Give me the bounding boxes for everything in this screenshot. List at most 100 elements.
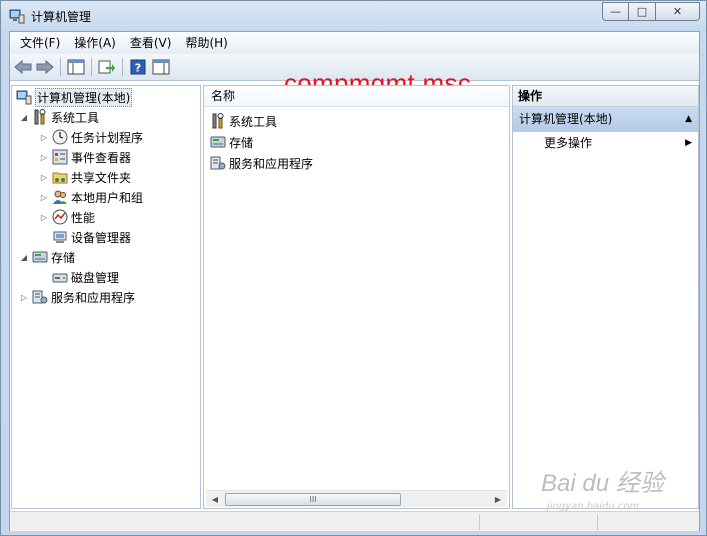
- scroll-left-icon[interactable]: ◀: [208, 493, 222, 506]
- more-actions-item[interactable]: 更多操作 ▶: [513, 132, 698, 154]
- expanded-arrow-icon[interactable]: ◢: [18, 113, 30, 122]
- services-icon: [32, 290, 48, 304]
- expanded-arrow-icon[interactable]: ◢: [18, 253, 30, 262]
- app-window: 计算机管理 — □ ✕ 文件(F) 操作(A) 查看(V) 帮助(H) ? co…: [0, 0, 707, 536]
- window-title: 计算机管理: [31, 10, 92, 24]
- list-item-label: 服务和应用程序: [229, 156, 314, 171]
- watermark: Bai du 经验: [541, 470, 664, 497]
- storage-icon: [32, 251, 48, 263]
- tree-item-label: 任务计划程序: [71, 130, 144, 145]
- list-item[interactable]: 系统工具: [210, 111, 277, 131]
- tree-item-device-manager[interactable]: 设备管理器: [50, 227, 131, 247]
- column-header-name[interactable]: 名称: [204, 86, 509, 107]
- forward-button[interactable]: [34, 57, 56, 77]
- computer-management-icon: [16, 90, 32, 105]
- column-header-label: 名称: [211, 89, 236, 103]
- menu-view[interactable]: 查看(V): [123, 32, 179, 54]
- menu-bar: 文件(F) 操作(A) 查看(V) 帮助(H): [10, 32, 699, 54]
- actions-section-label: 计算机管理(本地): [519, 112, 613, 126]
- tree-item-label: 性能: [71, 210, 96, 225]
- collapsed-arrow-icon[interactable]: ▷: [38, 153, 50, 162]
- status-bar: [10, 511, 699, 531]
- export-icon: [98, 60, 115, 74]
- client-area: 文件(F) 操作(A) 查看(V) 帮助(H) ? compmgmt.msc 计…: [9, 31, 700, 531]
- tree-item-disk-management[interactable]: 磁盘管理: [50, 267, 119, 287]
- tree-item-label: 服务和应用程序: [51, 290, 136, 305]
- collapsed-arrow-icon[interactable]: ▷: [18, 293, 30, 302]
- submenu-arrow-icon: ▶: [685, 138, 692, 148]
- list-item-label: 存储: [229, 135, 254, 150]
- help-button[interactable]: ?: [127, 57, 149, 77]
- tree-item-label: 系统工具: [51, 110, 100, 125]
- menu-file[interactable]: 文件(F): [13, 32, 67, 54]
- scroll-right-icon[interactable]: ▶: [491, 493, 505, 506]
- list-item-label: 系统工具: [229, 114, 278, 129]
- maximize-button[interactable]: □: [629, 2, 656, 21]
- computer-management-icon: [9, 9, 25, 24]
- collapse-up-icon[interactable]: ▲: [685, 107, 692, 132]
- export-list-button[interactable]: [96, 57, 118, 77]
- tree-item-label: 事件查看器: [71, 150, 132, 165]
- tree-item-shared-folders[interactable]: ▷ 共享文件夹: [38, 167, 131, 187]
- close-button[interactable]: ✕: [656, 2, 700, 21]
- menu-action[interactable]: 操作(A): [67, 32, 123, 54]
- more-actions-label: 更多操作: [544, 136, 593, 150]
- watermark-url: jingyan.baidu.com: [547, 501, 640, 512]
- scroll-thumb[interactable]: III: [225, 493, 401, 506]
- disk-icon: [52, 273, 68, 283]
- device-manager-icon: [53, 231, 67, 243]
- actions-pane: 操作 计算机管理(本地) ▲ 更多操作 ▶: [512, 85, 699, 509]
- storage-icon: [210, 136, 226, 148]
- forward-arrow-icon: [36, 60, 54, 74]
- list-item[interactable]: 存储: [210, 132, 253, 152]
- console-tree-pane: 计算机管理(本地) ◢ 系统工具 ▷ 任务计划程序 ▷ 事件查看器 ▷ 共享文件: [11, 85, 201, 509]
- performance-icon: [52, 209, 68, 225]
- collapsed-arrow-icon[interactable]: ▷: [38, 193, 50, 202]
- tree-root-label: 计算机管理(本地): [35, 87, 133, 107]
- menu-help[interactable]: 帮助(H): [178, 32, 234, 54]
- event-viewer-icon: [52, 149, 68, 165]
- tree-item-task-scheduler[interactable]: ▷ 任务计划程序: [38, 127, 143, 147]
- list-item[interactable]: 服务和应用程序: [210, 153, 313, 173]
- actions-header: 操作: [513, 86, 698, 107]
- users-icon: [53, 190, 67, 204]
- tree-item-performance[interactable]: ▷ 性能: [38, 207, 95, 227]
- tools-icon: [212, 113, 224, 129]
- minimize-icon: —: [610, 5, 621, 18]
- collapsed-arrow-icon[interactable]: ▷: [38, 133, 50, 142]
- horizontal-scrollbar[interactable]: ◀ III ▶: [206, 490, 507, 507]
- services-icon: [210, 156, 226, 170]
- title-bar[interactable]: 计算机管理 — □ ✕: [1, 1, 706, 31]
- svg-text:?: ?: [135, 62, 141, 75]
- tree-item-label: 设备管理器: [71, 230, 132, 245]
- tree-item-label: 磁盘管理: [71, 270, 120, 285]
- tree-item-system-tools[interactable]: ◢ 系统工具: [18, 107, 99, 127]
- tree-item-label: 本地用户和组: [71, 190, 144, 205]
- collapsed-arrow-icon[interactable]: ▷: [38, 173, 50, 182]
- scroll-grip: III: [309, 495, 317, 504]
- shared-folder-icon: [52, 172, 68, 184]
- tree-item-storage[interactable]: ◢ 存储: [18, 247, 75, 267]
- tree-item-services-apps[interactable]: ▷ 服务和应用程序: [18, 287, 135, 307]
- close-icon: ✕: [672, 5, 683, 18]
- back-button[interactable]: [12, 57, 34, 77]
- tree-root[interactable]: 计算机管理(本地): [14, 87, 133, 107]
- results-pane: 名称 系统工具 存储 服务和应用程序 ◀ III ▶: [203, 85, 510, 509]
- back-arrow-icon: [14, 60, 32, 74]
- tree-item-label: 共享文件夹: [71, 170, 132, 185]
- maximize-icon: □: [636, 5, 648, 18]
- help-icon: ?: [130, 59, 146, 75]
- clock-icon: [52, 129, 68, 145]
- show-hide-tree-button[interactable]: [65, 57, 87, 77]
- tree-item-local-users-groups[interactable]: ▷ 本地用户和组: [38, 187, 143, 207]
- show-hide-action-pane-button[interactable]: [150, 57, 172, 77]
- actions-section[interactable]: 计算机管理(本地) ▲: [513, 107, 698, 132]
- collapsed-arrow-icon[interactable]: ▷: [38, 213, 50, 222]
- tree-item-event-viewer[interactable]: ▷ 事件查看器: [38, 147, 131, 167]
- minimize-button[interactable]: —: [602, 2, 629, 21]
- console-tree-icon: [67, 59, 85, 75]
- tree-item-label: 存储: [51, 250, 76, 265]
- tools-icon: [34, 109, 46, 125]
- toolbar: ? compmgmt.msc: [10, 54, 699, 98]
- action-pane-icon: [152, 59, 170, 75]
